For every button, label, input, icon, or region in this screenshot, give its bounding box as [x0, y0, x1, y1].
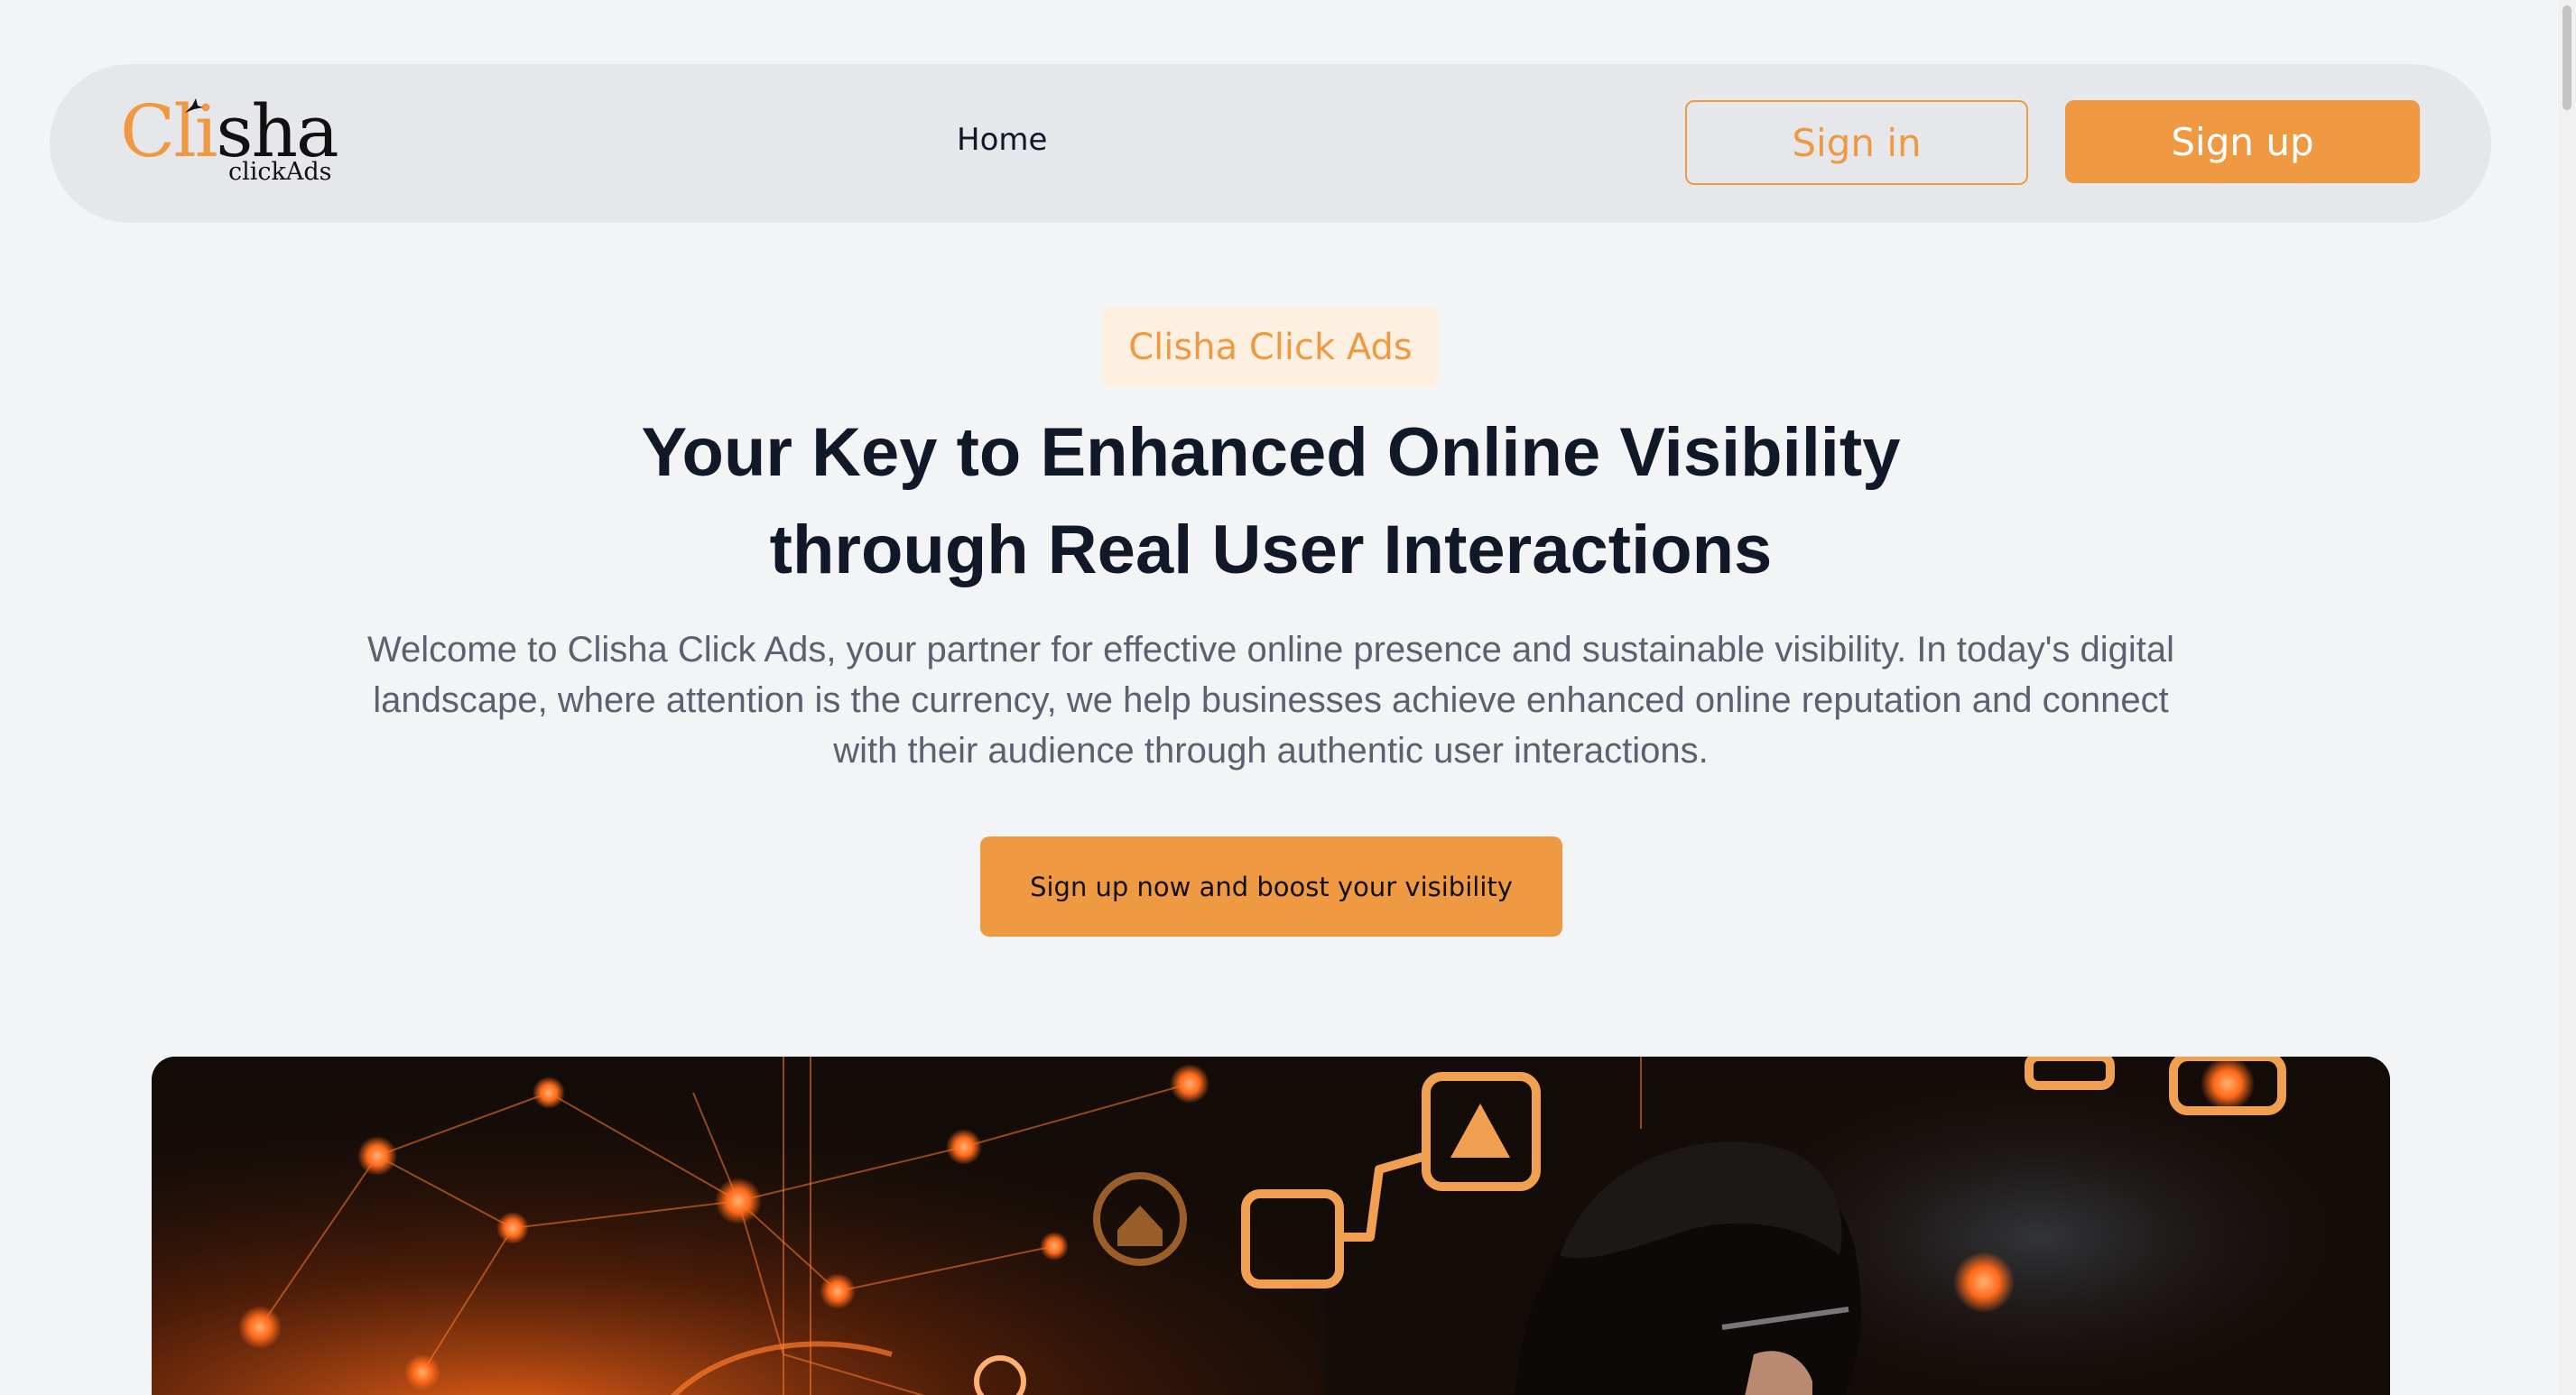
- hero-title-line-1: Your Key to Enhanced Online Visibility: [641, 414, 1901, 491]
- nav-link-home[interactable]: Home: [957, 120, 1047, 160]
- scrollbar-thumb[interactable]: [2562, 5, 2571, 110]
- hero-title: Your Key to Enhanced Online Visibility t…: [361, 404, 2181, 599]
- sign-in-button[interactable]: Sign in: [1685, 100, 2028, 185]
- cta-signup-button[interactable]: Sign up now and boost your visibility: [980, 836, 1562, 937]
- navbar: Clisha clickAds Home Sign in Sign up: [50, 64, 2491, 223]
- page: Clisha clickAds Home Sign in Sign up Cli…: [0, 0, 2576, 1395]
- hero-badge: Clisha Click Ads: [1102, 307, 1439, 388]
- hero-image: [152, 1057, 2390, 1395]
- hero-description: Welcome to Clisha Click Ads, your partne…: [367, 630, 2174, 771]
- hero-title-line-2: through Real User Interactions: [769, 512, 1773, 588]
- logo[interactable]: Clisha clickAds: [120, 93, 339, 185]
- logo-subtext: clickAds: [228, 158, 332, 186]
- bird-icon: [185, 98, 203, 113]
- hero-illustration: [152, 1057, 2390, 1395]
- sign-up-button[interactable]: Sign up: [2065, 100, 2420, 183]
- page-scrollbar[interactable]: [2558, 0, 2576, 1395]
